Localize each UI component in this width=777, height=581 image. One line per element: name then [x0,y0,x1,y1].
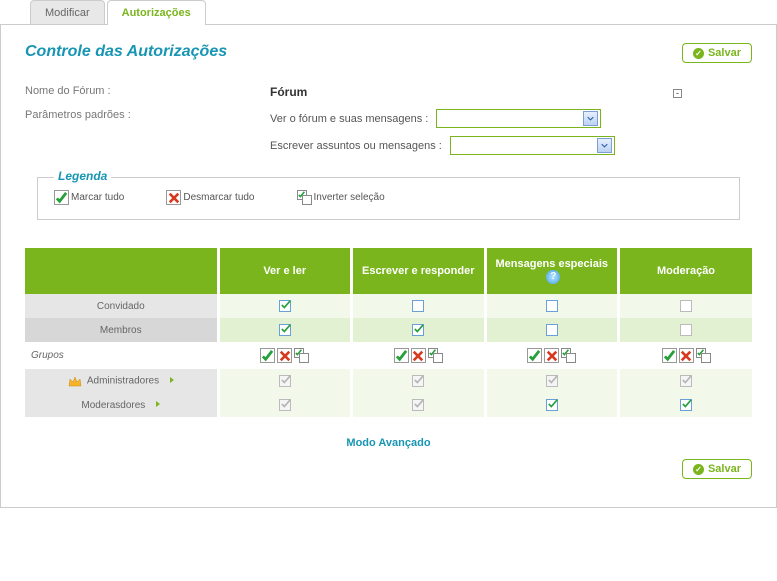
legend-title: Legenda [54,169,111,183]
header-special: Mensagens especiais ? [485,248,619,294]
row-membros-label: Membros [25,318,218,342]
bulk-uncheck-icon[interactable] [411,348,426,363]
tab-autorizacoes[interactable]: Autorizações [107,0,206,25]
check-circle-icon: ✓ [693,48,704,59]
param-write-label: Escrever assuntos ou mensagens : [270,140,442,152]
row-grupos-label: Grupos [25,342,218,369]
header-write: Escrever e responder [352,248,486,294]
checkbox-disabled [680,375,692,387]
checkbox[interactable] [412,324,424,336]
save-label: Salvar [708,463,741,475]
bulk-invert-icon[interactable] [294,348,309,363]
checkbox-disabled [279,375,291,387]
expand-arrow-icon[interactable] [154,400,160,406]
checkbox[interactable] [412,300,424,312]
bulk-check-icon[interactable] [394,348,409,363]
forum-name-label: Nome do Fórum : [25,85,270,99]
bulk-invert-icon[interactable] [696,348,711,363]
checkbox[interactable] [546,300,558,312]
permissions-table: Ver e ler Escrever e responder Mensagens… [25,248,752,417]
checkbox[interactable] [680,300,692,312]
row-convidado-label: Convidado [25,294,218,318]
legend-invert[interactable]: Inverter seleção [297,190,385,205]
check-circle-icon: ✓ [693,464,704,475]
save-button-bottom[interactable]: ✓ Salvar [682,459,752,479]
bulk-check-icon[interactable] [260,348,275,363]
bulk-uncheck-icon[interactable] [277,348,292,363]
collapse-toggle-icon[interactable]: - [673,89,682,98]
uncheck-all-icon [166,190,181,205]
advanced-mode-link[interactable]: Modo Avançado [25,437,752,449]
bulk-uncheck-icon[interactable] [679,348,694,363]
page-title: Controle das Autorizações [25,43,752,61]
save-button-top[interactable]: ✓ Salvar [682,43,752,63]
legend-box: Legenda Marcar tudo Desmarcar tudo [37,177,740,220]
header-moderation: Moderação [619,248,753,294]
forum-name-value: Fórum [270,85,307,99]
checkbox[interactable] [546,324,558,336]
bulk-check-icon[interactable] [527,348,542,363]
row-admins-label: Administradores [25,369,218,393]
param-write-select[interactable] [450,136,615,155]
header-blank [25,248,218,294]
legend-check-all[interactable]: Marcar tudo [54,190,124,205]
dropdown-arrow-icon [597,138,612,153]
help-icon[interactable]: ? [546,270,560,284]
legend-uncheck-all[interactable]: Desmarcar tudo [166,190,254,205]
param-view-label: Ver o fórum e suas mensagens : [270,113,428,125]
checkbox-disabled [279,399,291,411]
dropdown-arrow-icon [583,111,598,126]
header-view: Ver e ler [218,248,352,294]
check-all-icon [54,190,69,205]
bulk-invert-icon[interactable] [428,348,443,363]
checkbox-disabled [546,375,558,387]
bulk-check-icon[interactable] [662,348,677,363]
checkbox[interactable] [279,300,291,312]
bulk-invert-icon[interactable] [561,348,576,363]
crown-icon [68,375,82,387]
save-label: Salvar [708,47,741,59]
param-view-select[interactable] [436,109,601,128]
checkbox[interactable] [680,324,692,336]
expand-arrow-icon[interactable] [168,376,174,382]
checkbox-disabled [412,375,424,387]
invert-icon [297,190,312,205]
checkbox[interactable] [680,399,692,411]
row-mods-label: Moderasdores [25,393,218,417]
default-params-label: Parâmetros padrões : [25,109,270,163]
checkbox[interactable] [546,399,558,411]
checkbox-disabled [412,399,424,411]
checkbox[interactable] [279,324,291,336]
tab-modificar[interactable]: Modificar [30,0,105,25]
bulk-uncheck-icon[interactable] [544,348,559,363]
